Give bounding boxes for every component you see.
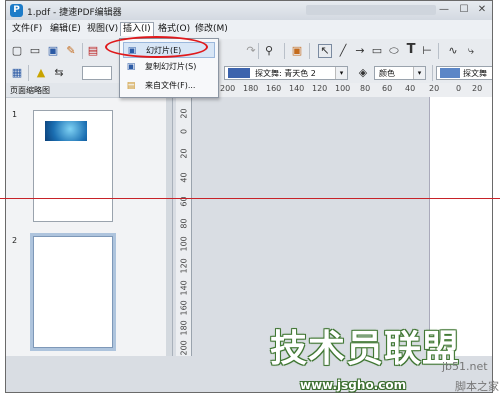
thumbnail-panel[interactable]: 1 2 [6, 98, 167, 356]
ruler-tick: 200 [220, 84, 236, 93]
menu-view[interactable]: 视图(V) [85, 23, 120, 36]
ruler-tick: 120 [179, 258, 189, 274]
toolbar-separator [82, 43, 83, 59]
ruler-tick: 20 [179, 108, 189, 119]
toolbar-separator [284, 43, 285, 59]
ruler-tick: 80 [360, 84, 371, 93]
page-thumbnail-2[interactable] [33, 236, 113, 348]
toolbar-separator [258, 43, 259, 59]
ruler-tick: 80 [179, 218, 189, 229]
arrow-tool-icon[interactable]: → [353, 44, 367, 58]
page-thumbnail-1[interactable] [33, 110, 113, 222]
ruler-tick: 200 [179, 340, 189, 356]
minimize-button[interactable]: — [434, 3, 454, 17]
annotation-line [0, 198, 500, 199]
fill-style-combo[interactable]: 探文舞: 青天色 2 ▾ [224, 66, 348, 80]
fill-style-label: 探文舞: 青天色 2 [255, 69, 316, 78]
menu-edit[interactable]: 编辑(E) [48, 23, 83, 36]
curve-tool-icon[interactable]: ∿ [446, 44, 460, 58]
line-tool-icon[interactable]: ╱ [336, 44, 350, 58]
color-label: 颜色 [379, 69, 395, 78]
ruler-tick: 160 [266, 84, 282, 93]
vertical-text-icon[interactable]: ⊢ [420, 44, 434, 58]
panel-splitter[interactable] [166, 83, 173, 356]
thumbnail-image [45, 121, 87, 141]
edit-icon[interactable]: ✎ [64, 44, 78, 58]
align-icon[interactable]: ⇆ [52, 66, 66, 80]
maximize-button[interactable]: ☐ [454, 3, 474, 17]
line-style-combo[interactable] [82, 66, 112, 80]
toolbar-separator [438, 43, 439, 59]
menu-item-label: 来自文件(F)... [145, 81, 196, 90]
vertical-ruler: 20 0 20 40 60 80 100 120 140 160 180 200 [176, 97, 192, 356]
chevron-down-icon[interactable]: ▾ [413, 67, 425, 79]
copy-slide-icon: ▣ [126, 62, 136, 72]
slide-show-icon[interactable]: ▣ [290, 44, 304, 58]
color-combo[interactable]: 颜色 ▾ [374, 66, 426, 80]
watermark-url: www.jsgho.com [300, 378, 407, 392]
fill-swatch-2 [440, 68, 460, 78]
menu-bar: 文件(F) 编辑(E) 视图(V) 插入(I) 格式(O) 修改(M) [6, 20, 492, 40]
ruler-tick: 0 [456, 84, 462, 93]
ruler-tick: 180 [179, 320, 189, 336]
fill-type-icon[interactable]: ◈ [356, 66, 370, 80]
ruler-tick: 20 [179, 148, 189, 159]
ruler-tick: 160 [179, 300, 189, 316]
toolbar-separator [28, 65, 29, 81]
connector-icon[interactable]: ⤷ [464, 44, 478, 58]
thumbnail-number: 1 [12, 110, 18, 119]
rectangle-tool-icon[interactable]: ▭ [370, 44, 384, 58]
menu-insert[interactable]: 插入(I) [120, 22, 154, 36]
menu-format[interactable]: 格式(O) [156, 23, 192, 36]
fill-style-label-2: 探文舞 [463, 69, 487, 78]
ruler-tick: 140 [179, 280, 189, 296]
watermark-side-text: jb51.net [442, 360, 488, 373]
horizontal-ruler: 200 180 160 140 120 100 80 60 40 20 0 20 [172, 83, 492, 98]
ruler-tick: 120 [312, 84, 328, 93]
open-folder-icon[interactable]: ▭ [28, 44, 42, 58]
new-document-icon[interactable]: ▢ [10, 44, 24, 58]
main-toolbar: ▢ ▭ ▣ ✎ ▤ ↷ ⚲ ▣ ↖ ╱ → ▭ ⬭ T ⊢ ∿ ⤷ [6, 39, 492, 64]
ruler-tick: 20 [429, 84, 440, 93]
ruler-tick: 180 [243, 84, 259, 93]
select-pointer-icon[interactable]: ↖ [318, 44, 332, 58]
menu-item-label: 复制幻灯片(S) [145, 62, 197, 71]
toolbar-separator [432, 65, 433, 81]
format-toolbar: ▦ ▲ ⇆ 探文舞: 青天色 2 ▾ ◈ 颜色 ▾ 探文舞 [6, 63, 492, 84]
menu-item-from-file[interactable]: ▤ 来自文件(F)... [123, 78, 215, 94]
highlight-annotation [105, 36, 208, 58]
pdf-icon[interactable]: ▤ [86, 44, 100, 58]
toolbar-separator [309, 43, 310, 59]
thumbnail-number: 2 [12, 236, 18, 245]
watermark-brand: 技术员联盟 [270, 327, 460, 370]
ruler-tick: 100 [335, 84, 351, 93]
ruler-tick: 60 [382, 84, 393, 93]
ruler-tick: 100 [179, 236, 189, 252]
menu-item-copy-slide[interactable]: ▣ 复制幻灯片(S) [123, 59, 215, 75]
ruler-tick: 0 [179, 128, 189, 135]
window-title: 1.pdf - 捷速PDF编辑器 [27, 8, 122, 18]
watermark-side-text: 脚本之家 [455, 380, 499, 393]
menu-file[interactable]: 文件(F) [10, 23, 44, 36]
text-tool-icon[interactable]: T [404, 43, 418, 57]
title-bar: P 1.pdf - 捷速PDF编辑器 — ☐ ✕ [6, 1, 492, 21]
warning-icon[interactable]: ▲ [34, 66, 48, 80]
ruler-tick: 20 [472, 84, 483, 93]
redo-icon[interactable]: ↷ [244, 44, 258, 58]
ellipse-tool-icon[interactable]: ⬭ [387, 44, 401, 58]
save-icon[interactable]: ▣ [46, 44, 60, 58]
zoom-icon[interactable]: ⚲ [262, 44, 276, 58]
titlebar-blank [306, 5, 436, 15]
menu-modify[interactable]: 修改(M) [193, 23, 230, 36]
file-icon: ▤ [126, 81, 136, 91]
grid-icon[interactable]: ▦ [10, 66, 24, 80]
fill-swatch [228, 68, 250, 78]
close-button[interactable]: ✕ [472, 3, 492, 17]
ruler-tick: 40 [179, 172, 189, 183]
ruler-tick: 40 [405, 84, 416, 93]
chevron-down-icon[interactable]: ▾ [335, 67, 347, 79]
ruler-tick: 140 [289, 84, 305, 93]
fill-style-combo-2[interactable]: 探文舞 [436, 66, 492, 80]
app-logo-icon: P [10, 4, 23, 17]
